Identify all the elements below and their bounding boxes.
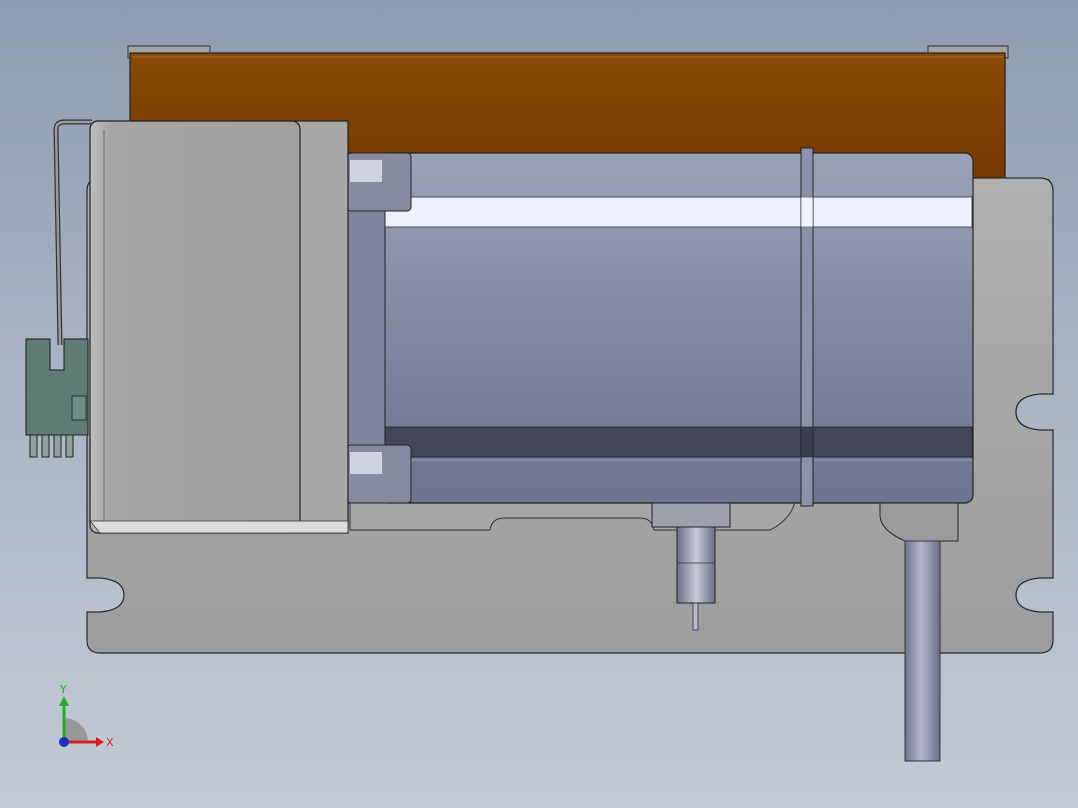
flange-boss-bottom-light bbox=[350, 452, 382, 474]
clamp-band-light bbox=[800, 196, 814, 228]
motor-dark-band bbox=[381, 426, 973, 458]
model-view[interactable] bbox=[0, 0, 1078, 808]
y-axis-head bbox=[59, 696, 69, 706]
graphics-viewport[interactable]: Y X bbox=[0, 0, 1078, 808]
z-axis-dot bbox=[59, 737, 69, 747]
encoder-housing bbox=[89, 120, 301, 534]
x-axis-head bbox=[96, 737, 104, 747]
flange-boss-top-light bbox=[350, 160, 382, 182]
connector-latch bbox=[71, 395, 87, 421]
clamp-band-dark bbox=[800, 426, 814, 458]
cable bbox=[904, 540, 941, 762]
shaft-body bbox=[676, 526, 716, 604]
motor-highlight-band bbox=[381, 196, 973, 228]
shaft-collar bbox=[651, 502, 731, 528]
triad-arc bbox=[64, 718, 88, 742]
y-axis-label: Y bbox=[59, 683, 67, 696]
connector-block bbox=[25, 338, 89, 436]
x-axis-label: X bbox=[106, 736, 114, 749]
orientation-triad: Y X bbox=[59, 683, 114, 749]
encoder-bottom-lip bbox=[89, 520, 349, 534]
connector-pins bbox=[29, 434, 74, 458]
shaft-pin bbox=[692, 602, 699, 631]
encoder-adapter bbox=[294, 120, 349, 534]
